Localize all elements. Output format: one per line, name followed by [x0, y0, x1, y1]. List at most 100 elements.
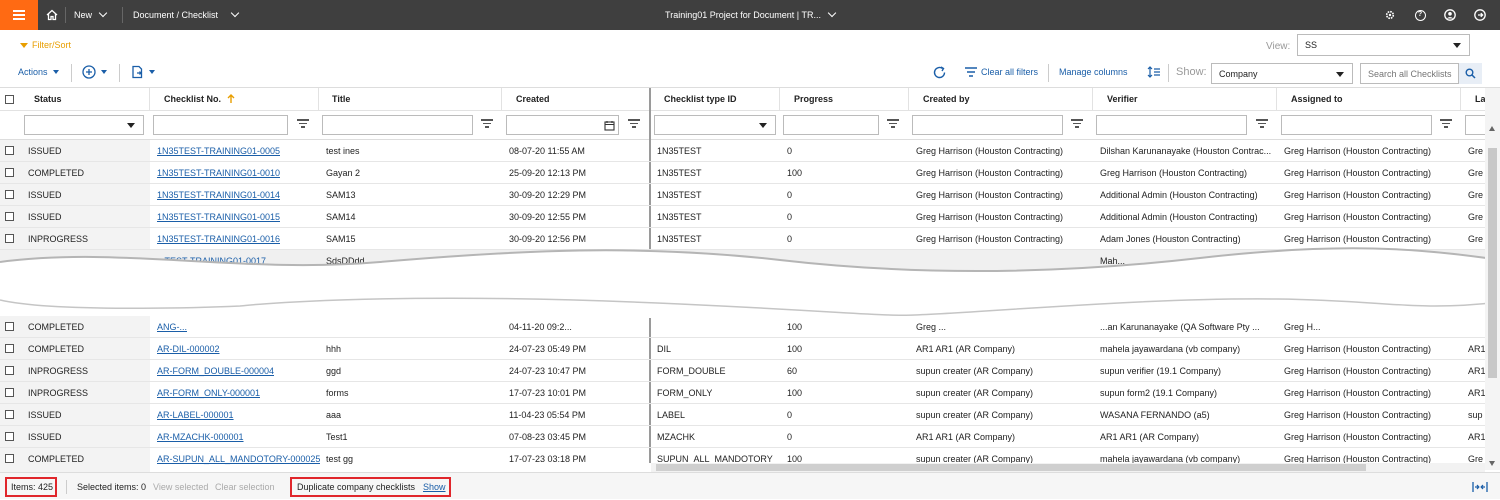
checklist-no-filter-input[interactable] [153, 115, 288, 135]
checklist-no-link[interactable]: 1N35TEST-TRAINING01-0010 [157, 162, 280, 184]
column-header-created-by[interactable]: Created by [909, 88, 1093, 110]
view-select[interactable]: SS [1297, 34, 1470, 56]
manage-columns-button[interactable]: Manage columns [1059, 67, 1128, 77]
table-row-partial[interactable]: COMPLETED ANG-... 04-11-20 09:2... 100 G… [0, 316, 1485, 338]
checklist-no-link[interactable]: ANG-... [157, 316, 187, 338]
status-filter-select[interactable] [24, 115, 144, 135]
checklist-no-link[interactable]: 1N35TEST-TRAINING01-0015 [157, 206, 280, 228]
created-by-filter-input[interactable] [912, 115, 1063, 135]
column-header-assigned-to[interactable]: Assigned to [1277, 88, 1461, 110]
table-row[interactable]: ISSUED 1N35TEST-TRAINING01-0014 SAM13 30… [0, 184, 1485, 206]
progress-filter-input[interactable] [783, 115, 879, 135]
filter-options-icon[interactable] [1440, 119, 1452, 129]
logout-icon[interactable] [1472, 7, 1488, 23]
add-menu[interactable] [82, 65, 107, 79]
checklist-no-link[interactable]: AR-SUPUN_ALL_MANDOTORY-000025 [157, 448, 320, 470]
table-row[interactable]: ISSUED 1N35TEST-TRAINING01-0005 test ine… [0, 140, 1485, 162]
filter-options-icon[interactable] [628, 119, 640, 129]
assigned-to-filter-input[interactable] [1281, 115, 1432, 135]
row-checkbox[interactable] [5, 454, 14, 463]
column-header-last[interactable]: La [1461, 88, 1486, 110]
user-icon[interactable] [1442, 7, 1458, 23]
row-checkbox[interactable] [5, 168, 14, 177]
export-menu[interactable] [130, 65, 155, 79]
verifier-filter-input[interactable] [1096, 115, 1247, 135]
type-cell: DIL [657, 344, 672, 354]
scroll-down-icon[interactable] [1489, 461, 1495, 466]
row-checkbox[interactable] [5, 410, 14, 419]
column-header-checklist-type-id[interactable]: Checklist type ID [651, 88, 780, 110]
show-select-value: Company [1219, 68, 1258, 79]
created-cell: 08-07-20 11:55 AM [509, 146, 585, 156]
help-icon[interactable]: ? [1412, 7, 1428, 23]
created-filter-input[interactable] [506, 115, 619, 135]
created-cell: 30-09-20 12:55 PM [509, 212, 587, 222]
filter-sort-toggle[interactable]: Filter/Sort [20, 40, 71, 50]
vertical-scroll-thumb[interactable] [1488, 148, 1497, 378]
type-filter-select[interactable] [654, 115, 776, 135]
row-checkbox[interactable] [5, 366, 14, 375]
row-checkbox[interactable] [5, 344, 14, 353]
calendar-icon[interactable] [604, 120, 615, 131]
status-cell: COMPLETED [28, 168, 85, 178]
created-by-cell: AR1 AR1 (AR Company) [916, 344, 1016, 354]
column-header-status[interactable]: Status [19, 88, 150, 110]
home-icon[interactable] [46, 0, 58, 30]
checklist-no-link[interactable]: AR-FORM_DOUBLE-000004 [157, 360, 274, 382]
column-header-progress[interactable]: Progress [780, 88, 909, 110]
column-header-verifier[interactable]: Verifier [1093, 88, 1277, 110]
row-checkbox[interactable] [5, 322, 14, 331]
row-checkbox[interactable] [5, 146, 14, 155]
row-checkbox[interactable] [5, 212, 14, 221]
hamburger-menu-icon[interactable] [0, 0, 38, 30]
table-row[interactable]: COMPLETED AR-SUPUN_ALL_MANDOTORY-000025 … [0, 448, 1485, 464]
new-menu[interactable]: New [74, 0, 108, 30]
title-cell: ggd [326, 366, 342, 376]
column-header-checklist-no[interactable]: Checklist No. [150, 88, 319, 110]
clear-selection-button[interactable]: Clear selection [215, 473, 275, 500]
show-select[interactable]: Company [1211, 63, 1353, 84]
project-selector[interactable]: Training01 Project for Document | TR... [560, 0, 940, 30]
table-row[interactable]: ISSUED AR-LABEL-000001 aaa 11-04-23 05:5… [0, 404, 1485, 426]
row-checkbox[interactable] [5, 388, 14, 397]
refresh-icon[interactable] [932, 65, 947, 80]
caret-down-icon [1336, 71, 1344, 77]
select-all-checkbox[interactable] [5, 95, 14, 104]
horizontal-scroll-thumb[interactable] [656, 464, 1366, 471]
table-row[interactable]: COMPLETED 1N35TEST-TRAINING01-0010 Gayan… [0, 162, 1485, 184]
table-row[interactable]: COMPLETED AR-DIL-000002 hhh 24-07-23 05:… [0, 338, 1485, 360]
checklist-no-link[interactable]: 1N35TEST-TRAINING01-0005 [157, 140, 280, 162]
created-cell: 25-09-20 12:13 PM [509, 168, 587, 178]
clear-all-filters-button[interactable]: Clear all filters [965, 67, 1038, 77]
split-view-icon[interactable] [1472, 473, 1488, 500]
title-filter-input[interactable] [322, 115, 473, 135]
last-filter-input[interactable] [1465, 115, 1485, 135]
row-checkbox[interactable] [5, 432, 14, 441]
filter-options-icon[interactable] [297, 119, 309, 129]
filter-options-icon[interactable] [887, 119, 899, 129]
checklist-no-link[interactable]: AR-DIL-000002 [157, 338, 220, 360]
vertical-scrollbar[interactable] [1485, 88, 1500, 470]
column-header-title[interactable]: Title [319, 88, 502, 110]
table-row[interactable]: ISSUED AR-MZACHK-000001 Test1 07-08-23 0… [0, 426, 1485, 448]
table-row[interactable]: INPROGRESS AR-FORM_DOUBLE-000004 ggd 24-… [0, 360, 1485, 382]
filter-options-icon[interactable] [1071, 119, 1083, 129]
horizontal-scrollbar[interactable] [651, 463, 1485, 472]
filter-options-icon[interactable] [481, 119, 493, 129]
checklist-no-link[interactable]: 1N35TEST-TRAINING01-0014 [157, 184, 280, 206]
checklist-no-link[interactable]: AR-FORM_ONLY-000001 [157, 382, 260, 404]
checklist-no-link[interactable]: AR-LABEL-000001 [157, 404, 234, 426]
table-row[interactable]: INPROGRESS AR-FORM_ONLY-000001 forms 17-… [0, 382, 1485, 404]
row-checkbox[interactable] [5, 190, 14, 199]
actions-menu[interactable]: Actions [18, 67, 59, 77]
breadcrumb[interactable]: Document / Checklist [133, 0, 240, 30]
row-height-icon[interactable] [1147, 65, 1161, 79]
search-icon[interactable] [1458, 63, 1482, 84]
scroll-up-icon[interactable] [1489, 126, 1495, 131]
gear-icon[interactable] [1382, 7, 1398, 23]
table-row[interactable]: ISSUED 1N35TEST-TRAINING01-0015 SAM14 30… [0, 206, 1485, 228]
filter-options-icon[interactable] [1256, 119, 1268, 129]
column-header-created[interactable]: Created [502, 88, 650, 110]
checklist-no-link[interactable]: AR-MZACHK-000001 [157, 426, 244, 448]
view-selected-button[interactable]: View selected [153, 473, 208, 500]
